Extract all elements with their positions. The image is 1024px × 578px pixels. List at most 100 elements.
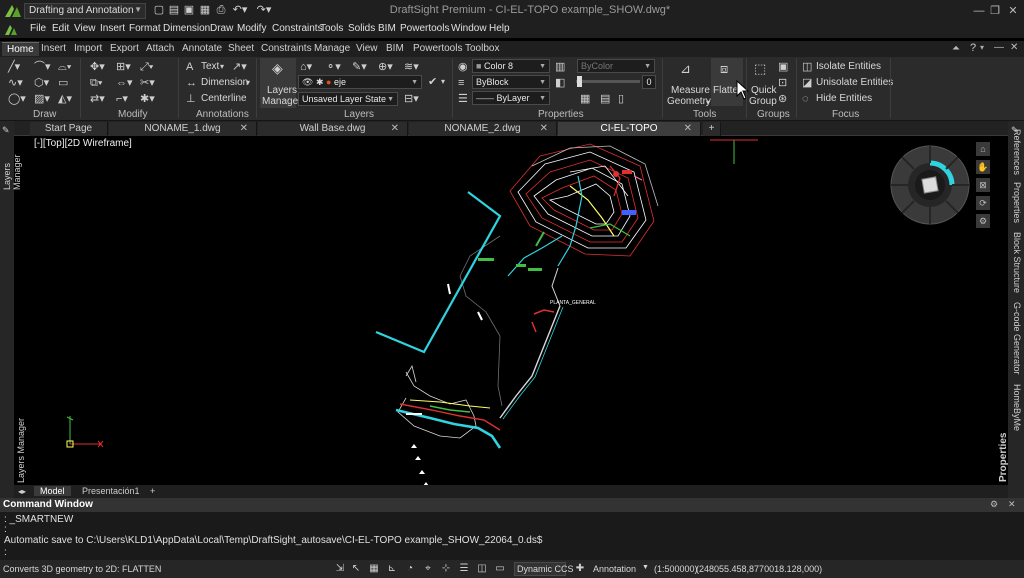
menu-edit[interactable]: Edit xyxy=(52,23,69,34)
menu-help[interactable]: Help xyxy=(489,23,510,34)
array-icon[interactable]: ⊞▾ xyxy=(116,61,131,73)
tab-home[interactable]: Home xyxy=(2,42,39,56)
explode-icon[interactable]: ✱▾ xyxy=(140,93,155,105)
tab-bim[interactable]: BIM xyxy=(381,42,409,55)
tab-export[interactable]: Export xyxy=(105,42,144,55)
layer-tool-icon[interactable]: ⊕▾ xyxy=(378,61,393,73)
hide-entities-button[interactable]: Hide Entities xyxy=(816,93,872,104)
scale-icon[interactable]: ⤢▾ xyxy=(140,61,153,73)
layers-manager-docked-tab[interactable]: Layers Manager xyxy=(16,417,26,483)
view-cube-compass[interactable] xyxy=(889,144,971,226)
settings-gear-icon[interactable]: ⚙ xyxy=(976,214,990,228)
properties-icon[interactable]: ▤ xyxy=(600,93,610,105)
gradient-icon[interactable]: ◭▾ xyxy=(58,93,72,105)
doc-tab-start-page[interactable]: Start Page xyxy=(30,122,108,136)
doc-tab-active-drawing[interactable]: CI-EL-TOPO ex...ple_SHOW.dwg*✕ xyxy=(558,122,701,147)
menu-constraints[interactable]: Constraints xyxy=(272,23,323,34)
copy-icon[interactable]: ⧉▾ xyxy=(90,77,102,89)
arc-icon[interactable]: ⌓▾ xyxy=(58,61,71,73)
redo-icon[interactable]: ↷▾ xyxy=(254,4,274,17)
quick-group-icon[interactable]: ⬚ xyxy=(754,62,766,75)
stretch-icon[interactable]: ⇔▾ xyxy=(116,77,133,89)
menu-dimension[interactable]: Dimension xyxy=(163,23,210,34)
measure-dropdown-icon[interactable]: ▾ xyxy=(706,97,710,109)
annotation-scale[interactable]: (1:500000) xyxy=(654,564,698,574)
dimension-button[interactable]: Dimension xyxy=(201,77,248,88)
open-folder-icon[interactable]: ▤ xyxy=(167,4,181,17)
layers-manager-side-tab[interactable]: Layers Manager xyxy=(2,135,22,190)
add-layout-button[interactable]: + xyxy=(144,486,161,496)
linetype-dropdown[interactable]: ByBlock ▼ xyxy=(472,75,550,89)
group-select-icon[interactable]: ⊛ xyxy=(778,93,787,105)
annotation-label[interactable]: Annotation xyxy=(593,564,636,574)
grid-icon[interactable]: ▦ xyxy=(368,563,380,575)
restore-icon[interactable]: ❐ xyxy=(986,3,1004,19)
etrack-icon[interactable]: ⊹ xyxy=(440,563,452,575)
menu-solids[interactable]: Solids xyxy=(348,23,375,34)
tab-toolbox[interactable]: Toolbox xyxy=(460,42,504,55)
dimension-dropdown-icon[interactable]: ▾ xyxy=(246,77,250,89)
model-space-icon[interactable]: ◫ xyxy=(476,563,488,575)
tab-model[interactable]: Model xyxy=(34,486,71,496)
menu-bim[interactable]: BIM xyxy=(378,23,396,34)
close-icon[interactable]: ✕ xyxy=(540,122,548,135)
layer-state-tool-icon[interactable]: ⊟▾ xyxy=(404,93,419,105)
transparency-slider[interactable] xyxy=(576,80,640,83)
tab-presentacion1[interactable]: Presentación1 xyxy=(76,486,146,496)
menu-insert[interactable]: Insert xyxy=(100,23,125,34)
draftsight-logo-icon[interactable] xyxy=(4,3,22,19)
orbit-icon[interactable]: ⟳ xyxy=(976,196,990,210)
tab-annotate[interactable]: Annotate xyxy=(177,42,227,55)
ortho-icon[interactable]: ⊾ xyxy=(386,563,398,575)
check-dropdown-icon[interactable]: ▾ xyxy=(441,76,445,88)
cursor-snap-icon[interactable]: ↖ xyxy=(350,563,362,575)
polyline-icon[interactable]: ⌒▾ xyxy=(34,61,51,73)
annotation-dropdown-icon[interactable]: ▼ xyxy=(642,564,649,571)
polar-icon[interactable]: ◔ xyxy=(404,563,416,575)
annotation-add-icon[interactable]: ✚ xyxy=(574,563,586,575)
quick-input-icon[interactable]: ▭ xyxy=(494,563,506,575)
menu-tools[interactable]: Tools xyxy=(320,23,343,34)
help-icon[interactable]: ? xyxy=(970,42,976,54)
lineweight-toggle-icon[interactable]: ☰ xyxy=(458,563,470,575)
text-icon[interactable]: A xyxy=(186,61,193,73)
properties-docked-tab[interactable]: Properties xyxy=(998,433,1009,482)
app-menu-icon[interactable] xyxy=(4,24,18,36)
settings-gear-icon[interactable]: ⚙ xyxy=(990,499,998,510)
leader-icon[interactable]: ↗▾ xyxy=(232,61,247,73)
isolate-entities-button[interactable]: Isolate Entities xyxy=(816,61,881,72)
unisolate-entities-button[interactable]: Unisolate Entities xyxy=(816,77,893,88)
side-tab-properties[interactable]: Properties xyxy=(1012,182,1022,223)
tab-scroll-icon[interactable]: ◂▸ xyxy=(18,486,26,498)
tab-powertools[interactable]: Powertools xyxy=(408,42,467,55)
lineweight-dropdown[interactable]: —— ByLayer ▼ xyxy=(472,91,550,105)
tab-attach[interactable]: Attach xyxy=(141,42,179,55)
layer-tool-icon[interactable]: ✎▾ xyxy=(352,61,367,73)
pan-icon[interactable]: ✋ xyxy=(976,160,990,174)
tab-manage[interactable]: Manage xyxy=(309,42,355,55)
doc-close-icon[interactable]: ✕ xyxy=(1010,42,1018,53)
line-icon[interactable]: ╱▾ xyxy=(8,61,20,73)
centerline-icon[interactable]: ⊥ xyxy=(186,93,196,105)
transparency-slider-handle[interactable] xyxy=(577,76,582,87)
layer-dropdown[interactable]: 👁 ✱ ● eje ▼ xyxy=(298,75,422,89)
menu-format[interactable]: Format xyxy=(129,23,161,34)
text-dropdown-icon[interactable]: ▾ xyxy=(220,61,224,73)
circle-icon[interactable]: ◯▾ xyxy=(8,93,26,105)
polygon-icon[interactable]: ⬡▾ xyxy=(34,77,49,89)
match-properties-icon[interactable]: ▦ xyxy=(580,93,590,105)
close-icon[interactable]: ✕ xyxy=(1008,499,1016,510)
doc-tab-wall-base[interactable]: Wall Base.dwg ✕ xyxy=(258,122,408,136)
save-as-icon[interactable]: ▦ xyxy=(198,4,212,17)
group-edit-icon[interactable]: ▣ xyxy=(778,61,788,73)
mirror-icon[interactable]: ⇄▾ xyxy=(90,93,105,105)
menu-file[interactable]: File xyxy=(30,23,46,34)
close-icon[interactable]: ✕ xyxy=(1004,3,1022,19)
side-tab-references[interactable]: References xyxy=(1012,129,1022,175)
new-file-icon[interactable]: ▢ xyxy=(152,4,166,17)
menu-window[interactable]: Window xyxy=(451,23,487,34)
tab-insert[interactable]: Insert xyxy=(36,42,71,55)
zoom-icon[interactable]: ⊠ xyxy=(976,178,990,192)
make-current-check-icon[interactable]: ✔ xyxy=(428,76,437,88)
save-icon[interactable]: ▣ xyxy=(182,4,196,17)
